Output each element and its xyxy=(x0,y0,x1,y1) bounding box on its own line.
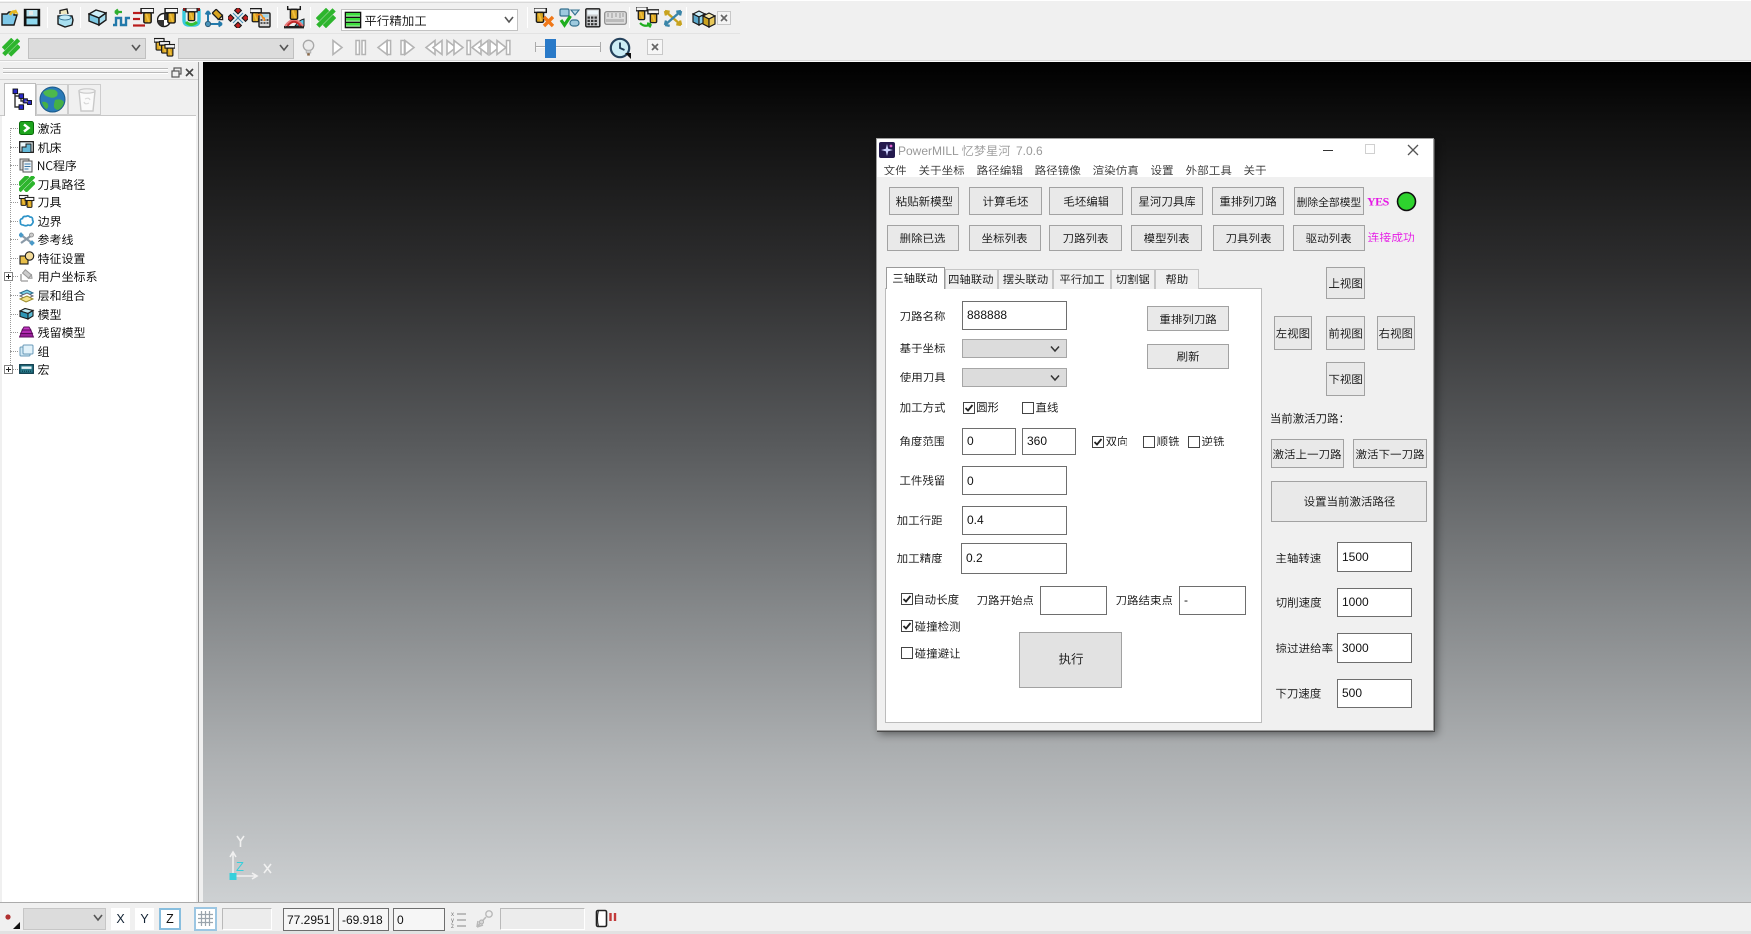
svg-text:Z: Z xyxy=(236,859,244,874)
svg-text:z: z xyxy=(451,924,454,928)
svg-text:YES: YES xyxy=(1367,195,1390,209)
